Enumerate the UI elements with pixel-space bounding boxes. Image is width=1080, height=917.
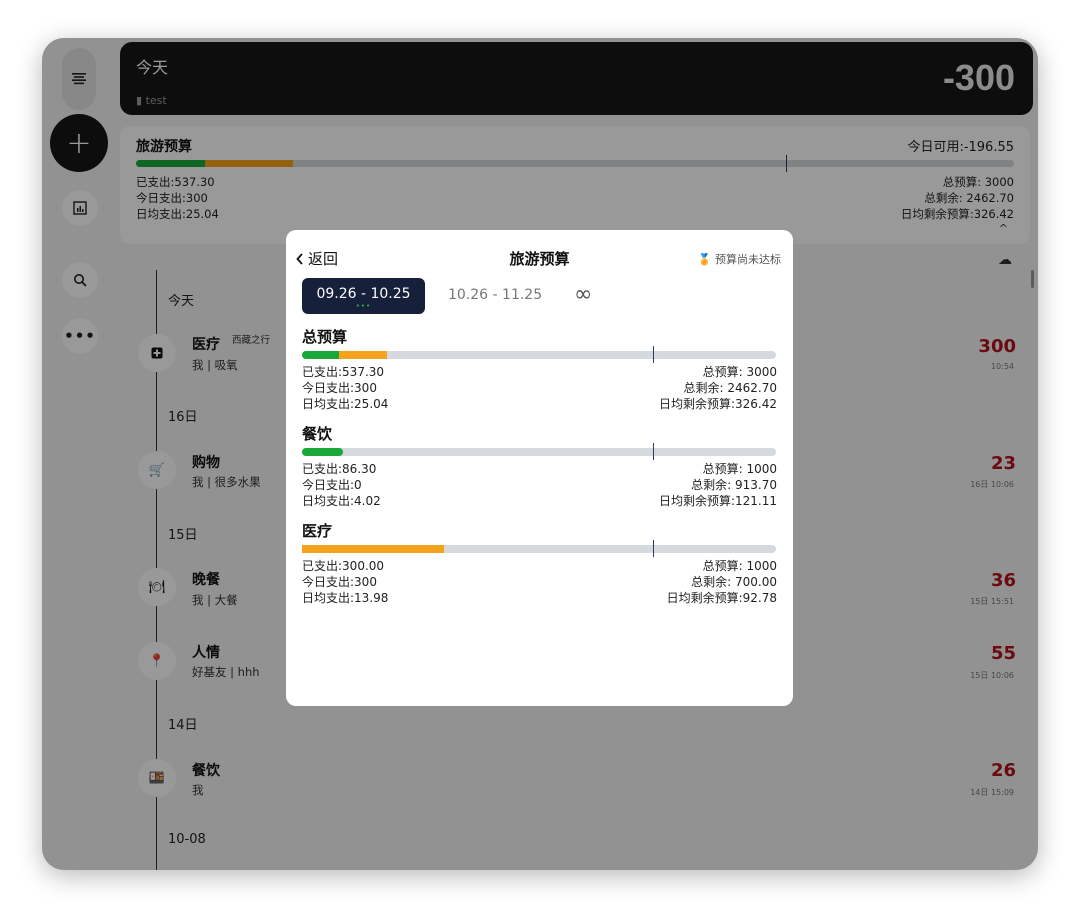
medal-icon: 🏅 xyxy=(697,253,715,266)
section-stats-left: 已支出:300.00 今日支出:300 日均支出:13.98 xyxy=(302,558,388,606)
section-stats-left: 已支出:537.30 今日支出:300 日均支出:25.04 xyxy=(302,364,388,412)
back-label: 返回 xyxy=(308,250,339,268)
section-progress-bar xyxy=(302,346,776,363)
daily-remaining-text: 日均剩余预算:326.42 xyxy=(658,397,777,411)
remaining-text: 总剩余: 700.00 xyxy=(691,575,777,589)
period-indicator-dots: ••• xyxy=(355,302,372,310)
today-spent-text: 今日支出:0 xyxy=(302,478,362,492)
spent-text: 已支出:300.00 xyxy=(302,559,385,573)
today-spent-text: 今日支出:300 xyxy=(302,575,377,589)
period-tab-current[interactable]: 09.26 - 10.25 ••• xyxy=(302,278,425,314)
section-progress-bar xyxy=(302,443,776,460)
daily-avg-text: 日均支出:13.98 xyxy=(302,591,389,605)
daily-avg-text: 日均支出:25.04 xyxy=(302,397,389,411)
today-segment xyxy=(339,351,387,359)
time-marker xyxy=(652,540,655,557)
total-budget-text: 总预算: 3000 xyxy=(702,365,777,379)
spent-segment xyxy=(302,351,340,359)
daily-remaining-text: 日均剩余预算:121.11 xyxy=(658,494,777,508)
remaining-text: 总剩余: 913.70 xyxy=(691,478,777,492)
section-stats-right: 总预算: 1000 总剩余: 913.70 日均剩余预算:121.11 xyxy=(659,461,777,509)
today-spent-text: 今日支出:300 xyxy=(302,381,377,395)
time-marker xyxy=(652,346,655,363)
section-progress-bar xyxy=(302,540,776,557)
chevron-left-icon xyxy=(296,252,303,265)
remaining-text: 总剩余: 2462.70 xyxy=(683,381,777,395)
section-stats-right: 总预算: 1000 总剩余: 700.00 日均剩余预算:92.78 xyxy=(667,558,777,606)
spent-text: 已支出:537.30 xyxy=(302,365,385,379)
period-tab-all[interactable]: ∞ xyxy=(574,282,592,307)
daily-remaining-text: 日均剩余预算:92.78 xyxy=(666,591,777,605)
total-budget-text: 总预算: 1000 xyxy=(702,559,777,573)
budget-detail-modal: 返回 旅游预算 🏅 预算尚未达标 09.26 - 10.25 ••• 10.26… xyxy=(286,230,793,706)
back-button[interactable]: 返回 xyxy=(296,248,338,269)
today-segment xyxy=(302,545,445,553)
section-title: 总预算 xyxy=(302,328,348,346)
total-budget-text: 总预算: 1000 xyxy=(702,462,777,476)
section-title: 餐饮 xyxy=(302,425,333,443)
daily-avg-text: 日均支出:4.02 xyxy=(302,494,381,508)
section-stats-right: 总预算: 3000 总剩余: 2462.70 日均剩余预算:326.42 xyxy=(659,364,777,412)
spent-segment xyxy=(302,448,343,456)
budget-status: 🏅 预算尚未达标 xyxy=(697,253,781,266)
time-marker xyxy=(652,443,655,460)
spent-text: 已支出:86.30 xyxy=(302,462,377,476)
section-title: 医疗 xyxy=(302,522,333,540)
period-tab-next[interactable]: 10.26 - 11.25 xyxy=(448,287,542,303)
section-stats-left: 已支出:86.30 今日支出:0 日均支出:4.02 xyxy=(302,461,381,509)
